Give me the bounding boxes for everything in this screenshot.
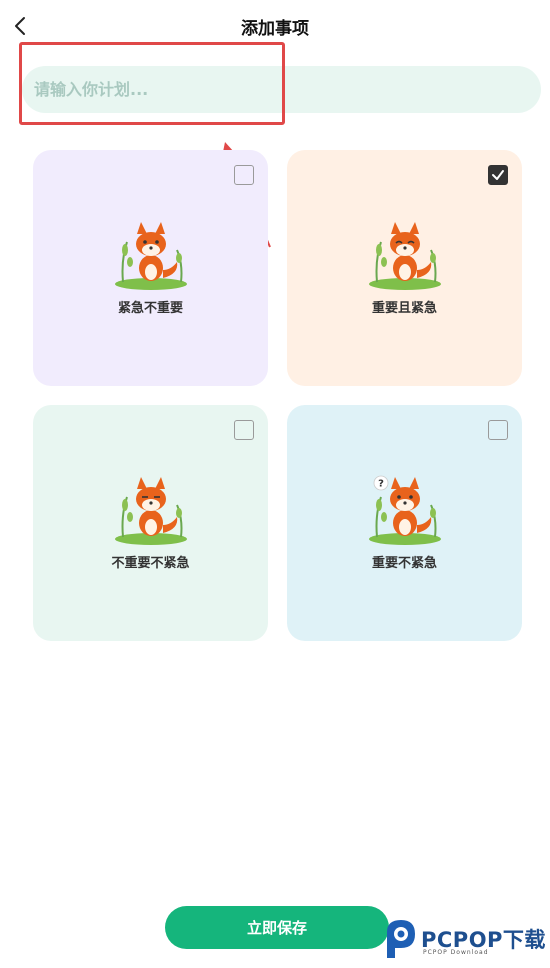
category-card-not-important-not-urgent[interactable]: 不重要不紧急 [33, 405, 268, 641]
category-card-urgent-not-important[interactable]: 紧急不重要 [33, 150, 268, 386]
fox-illustration-icon: ? [368, 475, 441, 545]
card-label: 不重要不紧急 [111, 556, 190, 571]
category-card-important-not-urgent[interactable]: ? 重要不紧急 [287, 405, 522, 641]
pcpop-logo-icon [387, 920, 415, 958]
card-label: 重要且紧急 [371, 301, 437, 316]
checkmark-icon [492, 170, 504, 180]
fox-illustration-icon [368, 222, 441, 290]
checkbox[interactable] [488, 420, 508, 440]
svg-text:?: ? [378, 479, 384, 490]
category-card-important-and-urgent[interactable]: 重要且紧急 [287, 150, 522, 386]
fox-illustration-icon [114, 477, 187, 545]
annotation-highlight-box [19, 42, 285, 125]
card-label: 重要不紧急 [371, 556, 437, 571]
checkbox-checked[interactable] [488, 165, 508, 185]
checkbox[interactable] [234, 420, 254, 440]
pcpop-watermark-logo: PCPOP下载 PCPOP Download [383, 918, 548, 960]
fox-illustration-icon [114, 222, 187, 290]
checkbox[interactable] [234, 165, 254, 185]
watermark-subtext: PCPOP Download [423, 949, 489, 956]
save-button[interactable]: 立即保存 [165, 906, 389, 949]
page-title: 添加事项 [241, 19, 309, 39]
card-label: 紧急不重要 [117, 301, 183, 316]
